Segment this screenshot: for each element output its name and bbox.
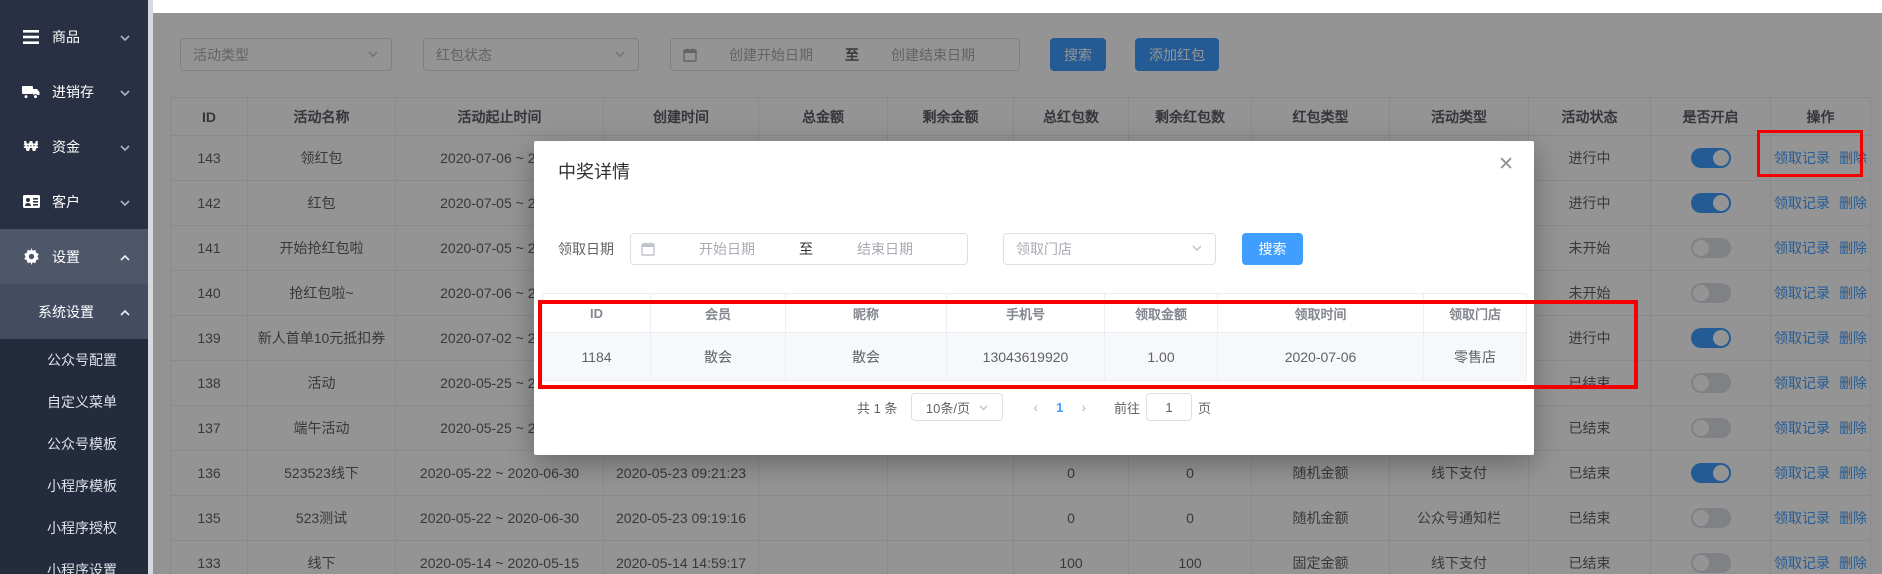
modal-cell: 1184 [542,332,651,381]
sidebar-item-goods[interactable]: 商品 [0,9,148,64]
chevron-down-icon [1191,241,1203,257]
chevron-up-icon [120,253,130,263]
modal-cell: 散会 [650,332,786,381]
sidebar-item-label: 客户 [52,193,80,210]
close-icon[interactable]: ✕ [1498,153,1514,176]
modal-search-button[interactable]: 搜索 [1242,233,1303,265]
chevron-down-icon [979,404,988,411]
chevron-down-icon [120,198,130,208]
claim-start-placeholder: 开始日期 [699,241,755,257]
pagination: 共 1 条 10条/页 ‹ 1 › 前往 1 页 [534,391,1534,423]
chevron-down-icon [120,33,130,43]
next-page-button[interactable]: › [1069,399,1098,415]
column-header: 会员 [650,293,786,333]
sidebar-item-label: 资金 [52,138,80,155]
goto-suffix: 页 [1198,400,1212,416]
claim-date-separator: 至 [799,241,813,257]
claim-end-placeholder: 结束日期 [857,241,913,257]
customer-icon [22,193,40,211]
modal-table-header-row: ID 会员 昵称 手机号 领取金额 领取时间 领取门店 [542,293,1527,333]
sidebar-item-label: 进销存 [52,83,94,100]
prize-details-modal: 中奖详情 ✕ 领取日期 开始日期 至 结束日期 领取门店 搜索 ID 会员 昵称… [534,141,1534,455]
sidebar-item-system-settings[interactable]: 系统设置 [0,284,148,339]
claim-date-range-input[interactable]: 开始日期 至 结束日期 [630,233,968,265]
sidebar-item-miniprogram-auth[interactable]: 小程序授权 [0,507,148,549]
sidebar-item-inventory[interactable]: 进销存 [0,64,148,119]
column-header: 手机号 [946,293,1105,333]
chevron-down-icon [120,143,130,153]
column-header: 昵称 [785,293,947,333]
modal-title: 中奖详情 [558,162,630,182]
modal-cell: 零售店 [1423,332,1527,381]
modal-cell: 散会 [785,332,947,381]
chevron-down-icon [120,88,130,98]
claim-store-placeholder: 领取门店 [1016,241,1072,257]
calendar-icon [641,242,655,256]
submenu-list: 公众号配置 自定义菜单 公众号模板 小程序模板 小程序授权 小程序设置 [0,339,148,574]
total-count: 共 1 条 [856,400,898,416]
chevron-up-icon [120,308,130,318]
column-header: ID [542,293,651,333]
sidebar-item-funds[interactable]: ₩ 资金 [0,119,148,174]
goto-label: 前往 [1114,400,1141,416]
sidebar-item-official-account-template[interactable]: 公众号模板 [0,423,148,465]
sidebar: 商品 进销存 ₩ 资金 客户 设置 系统设置 公众号配置 自定义菜单 公众号模板… [0,0,148,574]
modal-cell: 13043619920 [946,332,1105,381]
modal-cell: 2020-07-06 [1217,332,1424,381]
column-header: 领取门店 [1423,293,1527,333]
menu-icon [22,28,40,46]
sidebar-item-custom-menu[interactable]: 自定义菜单 [0,381,148,423]
page-size-select[interactable]: 10条/页 [911,393,1004,421]
sidebar-item-settings[interactable]: 设置 [0,229,148,284]
sidebar-item-miniprogram-settings[interactable]: 小程序设置 [0,549,148,574]
sidebar-item-label: 商品 [52,28,80,45]
claim-store-select[interactable]: 领取门店 [1003,233,1216,265]
truck-icon [22,83,40,101]
gear-icon [22,248,40,266]
page-size-value: 10条/页 [925,400,970,416]
sidebar-item-official-account-config[interactable]: 公众号配置 [0,339,148,381]
claim-date-label: 领取日期 [558,241,614,257]
column-header: 领取金额 [1104,293,1218,333]
column-header: 领取时间 [1217,293,1424,333]
sidebar-item-miniprogram-template[interactable]: 小程序模板 [0,465,148,507]
goto-page-input[interactable]: 1 [1146,393,1193,421]
claim-records-table: ID 会员 昵称 手机号 领取金额 领取时间 领取门店 1184 散会 散会 1304361992… [542,293,1527,381]
submenu-label: 系统设置 [38,303,94,320]
modal-cell: 1.00 [1104,332,1218,381]
app-window: 商品 进销存 ₩ 资金 客户 设置 系统设置 公众号配置 自定义菜单 公众号模板… [0,0,1882,574]
sidebar-item-label: 设置 [52,248,80,265]
page-number-1[interactable]: 1 [1050,400,1069,415]
modal-table-row: 1184 散会 散会 13043619920 1.00 2020-07-06 零售店 [542,332,1527,381]
won-icon: ₩ [23,138,39,155]
sidebar-item-customers[interactable]: 客户 [0,174,148,229]
prev-page-button[interactable]: ‹ [1021,399,1050,415]
top-white-bar [153,0,1882,13]
